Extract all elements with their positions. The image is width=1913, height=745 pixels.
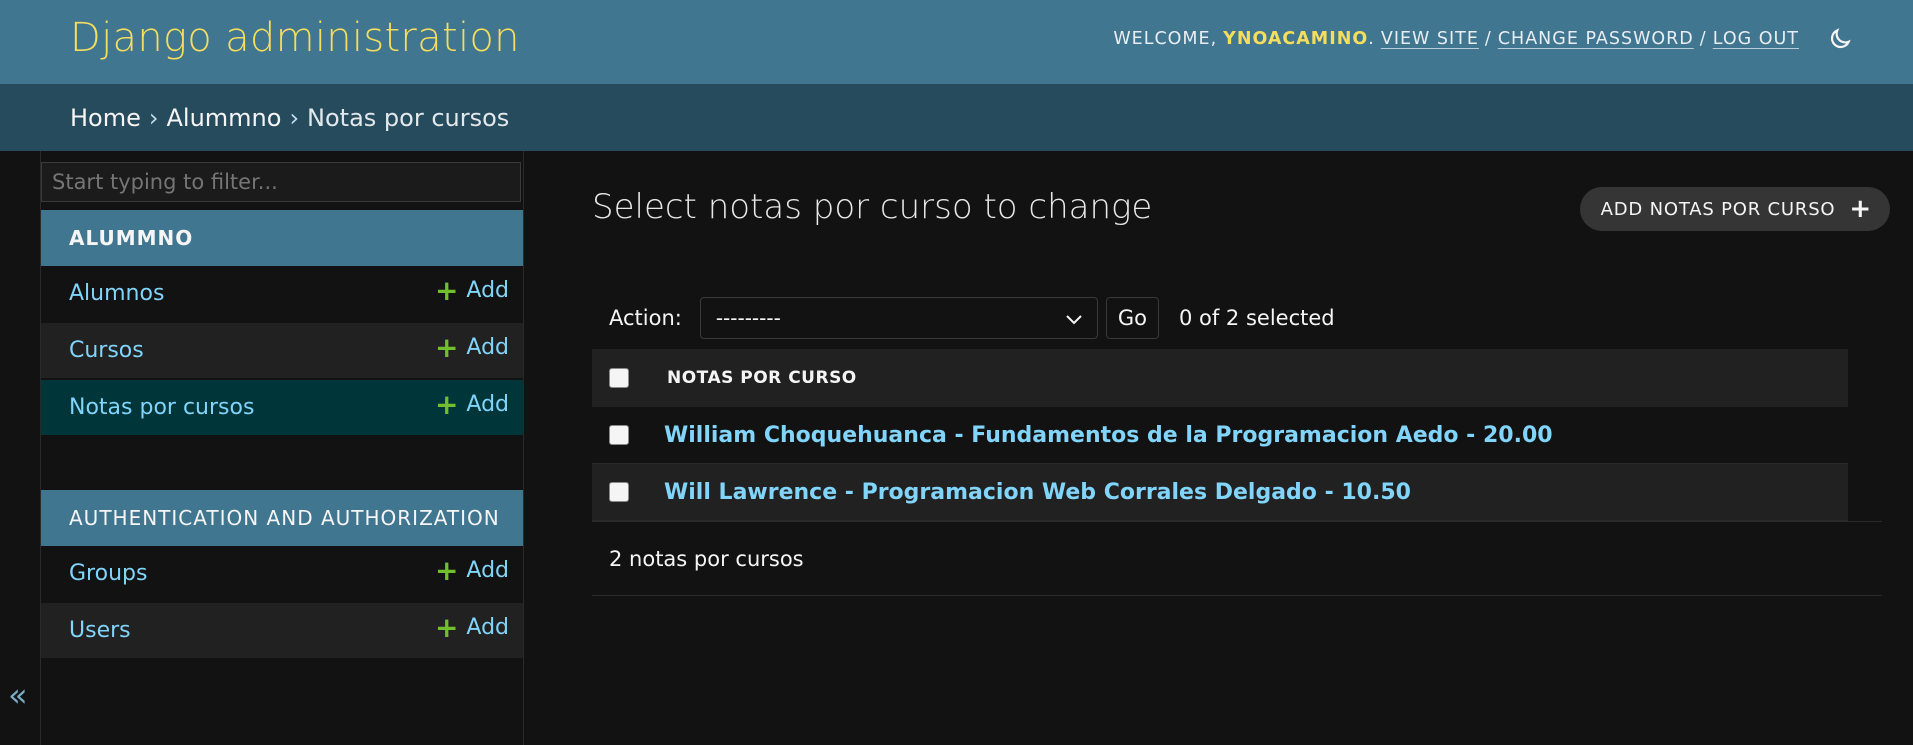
sidebar-item-label[interactable]: Cursos (69, 338, 144, 363)
add-link-label: Add (466, 615, 509, 640)
sidebar-item-groups: Groups + Add (41, 546, 523, 602)
changelist-content: Select notas por curso to change ADD NOT… (592, 151, 1890, 745)
row-link[interactable]: Will Lawrence - Programacion Web Corrale… (664, 480, 1411, 505)
add-link[interactable]: + Add (434, 330, 509, 364)
column-header-notas[interactable]: NOTAS POR CURSO (667, 368, 857, 388)
add-link[interactable]: + Add (434, 387, 509, 421)
nav-sidebar: ALUMMNO Alumnos + Add Cursos + Add Notas… (40, 151, 524, 745)
go-button[interactable]: Go (1105, 297, 1159, 339)
user-tools-separator: / (1484, 29, 1492, 49)
add-notas-por-curso-button[interactable]: ADD NOTAS POR CURSO + (1579, 187, 1890, 231)
sidebar-item-label[interactable]: Notas por cursos (69, 395, 254, 420)
sidebar-item-notas-por-cursos: Notas por cursos + Add (41, 380, 523, 436)
actions-bar: Action: --------- Go 0 of 2 selected (592, 288, 1850, 348)
breadcrumb-app[interactable]: Alummno (166, 104, 281, 132)
add-link-label: Add (466, 335, 509, 360)
sidebar-item-label[interactable]: Users (69, 618, 131, 643)
app-caption-auth[interactable]: AUTHENTICATION AND AUTHORIZATION (41, 490, 523, 546)
row-checkbox[interactable] (609, 425, 629, 445)
sidebar-item-label[interactable]: Groups (69, 561, 147, 586)
breadcrumb-current: Notas por cursos (307, 103, 510, 132)
add-link-label: Add (466, 558, 509, 583)
nav-filter-input[interactable] (41, 162, 521, 202)
add-link[interactable]: + Add (434, 273, 509, 307)
select-all-checkbox[interactable] (609, 368, 629, 388)
log-out-link[interactable]: LOG OUT (1713, 29, 1799, 49)
breadcrumb-separator: › (148, 103, 159, 132)
add-button-label: ADD NOTAS POR CURSO (1600, 198, 1836, 220)
user-tools: WELCOME, YNOACAMINO. VIEW SITE / CHANGE … (1113, 26, 1853, 52)
row-checkbox[interactable] (609, 482, 629, 502)
table-row: Will Lawrence - Programacion Web Corrale… (592, 464, 1848, 521)
welcome-period: . (1368, 29, 1375, 49)
app-caption-alummno[interactable]: ALUMMNO (41, 210, 523, 266)
add-link-label: Add (466, 278, 509, 303)
paginator: 2 notas por cursos (592, 521, 1882, 596)
page-title: Select notas por curso to change (592, 187, 1153, 227)
sidebar-item-cursos: Cursos + Add (41, 323, 523, 379)
sidebar-item-alumnos: Alumnos + Add (41, 266, 523, 322)
sidebar-item-users: Users + Add (41, 603, 523, 659)
user-tools-separator: / (1699, 29, 1707, 49)
table-header: NOTAS POR CURSO (592, 349, 1848, 407)
add-link[interactable]: + Add (434, 553, 509, 587)
plus-icon: + (434, 610, 459, 644)
breadcrumb-separator: › (289, 103, 300, 132)
selected-count: 0 of 2 selected (1178, 306, 1335, 330)
site-header: Django administration WELCOME, YNOACAMIN… (0, 0, 1913, 84)
add-link[interactable]: + Add (434, 610, 509, 644)
moon-icon[interactable] (1827, 26, 1853, 52)
sidebar-toggle-strip: « (0, 151, 40, 745)
plus-icon: + (434, 330, 459, 364)
collapse-sidebar-icon[interactable]: « (8, 676, 28, 714)
chevron-down-icon (1066, 306, 1082, 330)
breadcrumb: Home › Alummno › Notas por cursos (0, 84, 1913, 151)
view-site-link[interactable]: VIEW SITE (1381, 29, 1479, 49)
breadcrumb-home[interactable]: Home (70, 104, 141, 132)
action-select-value: --------- (715, 306, 781, 330)
sidebar-item-label[interactable]: Alumnos (69, 281, 164, 306)
action-label: Action: (609, 306, 682, 330)
username: YNOACAMINO (1223, 29, 1369, 49)
plus-icon: + (434, 273, 459, 307)
add-link-label: Add (466, 392, 509, 417)
plus-icon: + (434, 553, 459, 587)
action-select[interactable]: --------- (699, 297, 1098, 339)
table-row: William Choquehuanca - Fundamentos de la… (592, 407, 1848, 464)
plus-icon: + (1849, 194, 1872, 224)
row-link[interactable]: William Choquehuanca - Fundamentos de la… (664, 423, 1553, 448)
site-brand[interactable]: Django administration (70, 15, 520, 61)
plus-icon: + (434, 387, 459, 421)
change-password-link[interactable]: CHANGE PASSWORD (1498, 29, 1694, 49)
welcome-text: WELCOME, (1113, 29, 1218, 49)
